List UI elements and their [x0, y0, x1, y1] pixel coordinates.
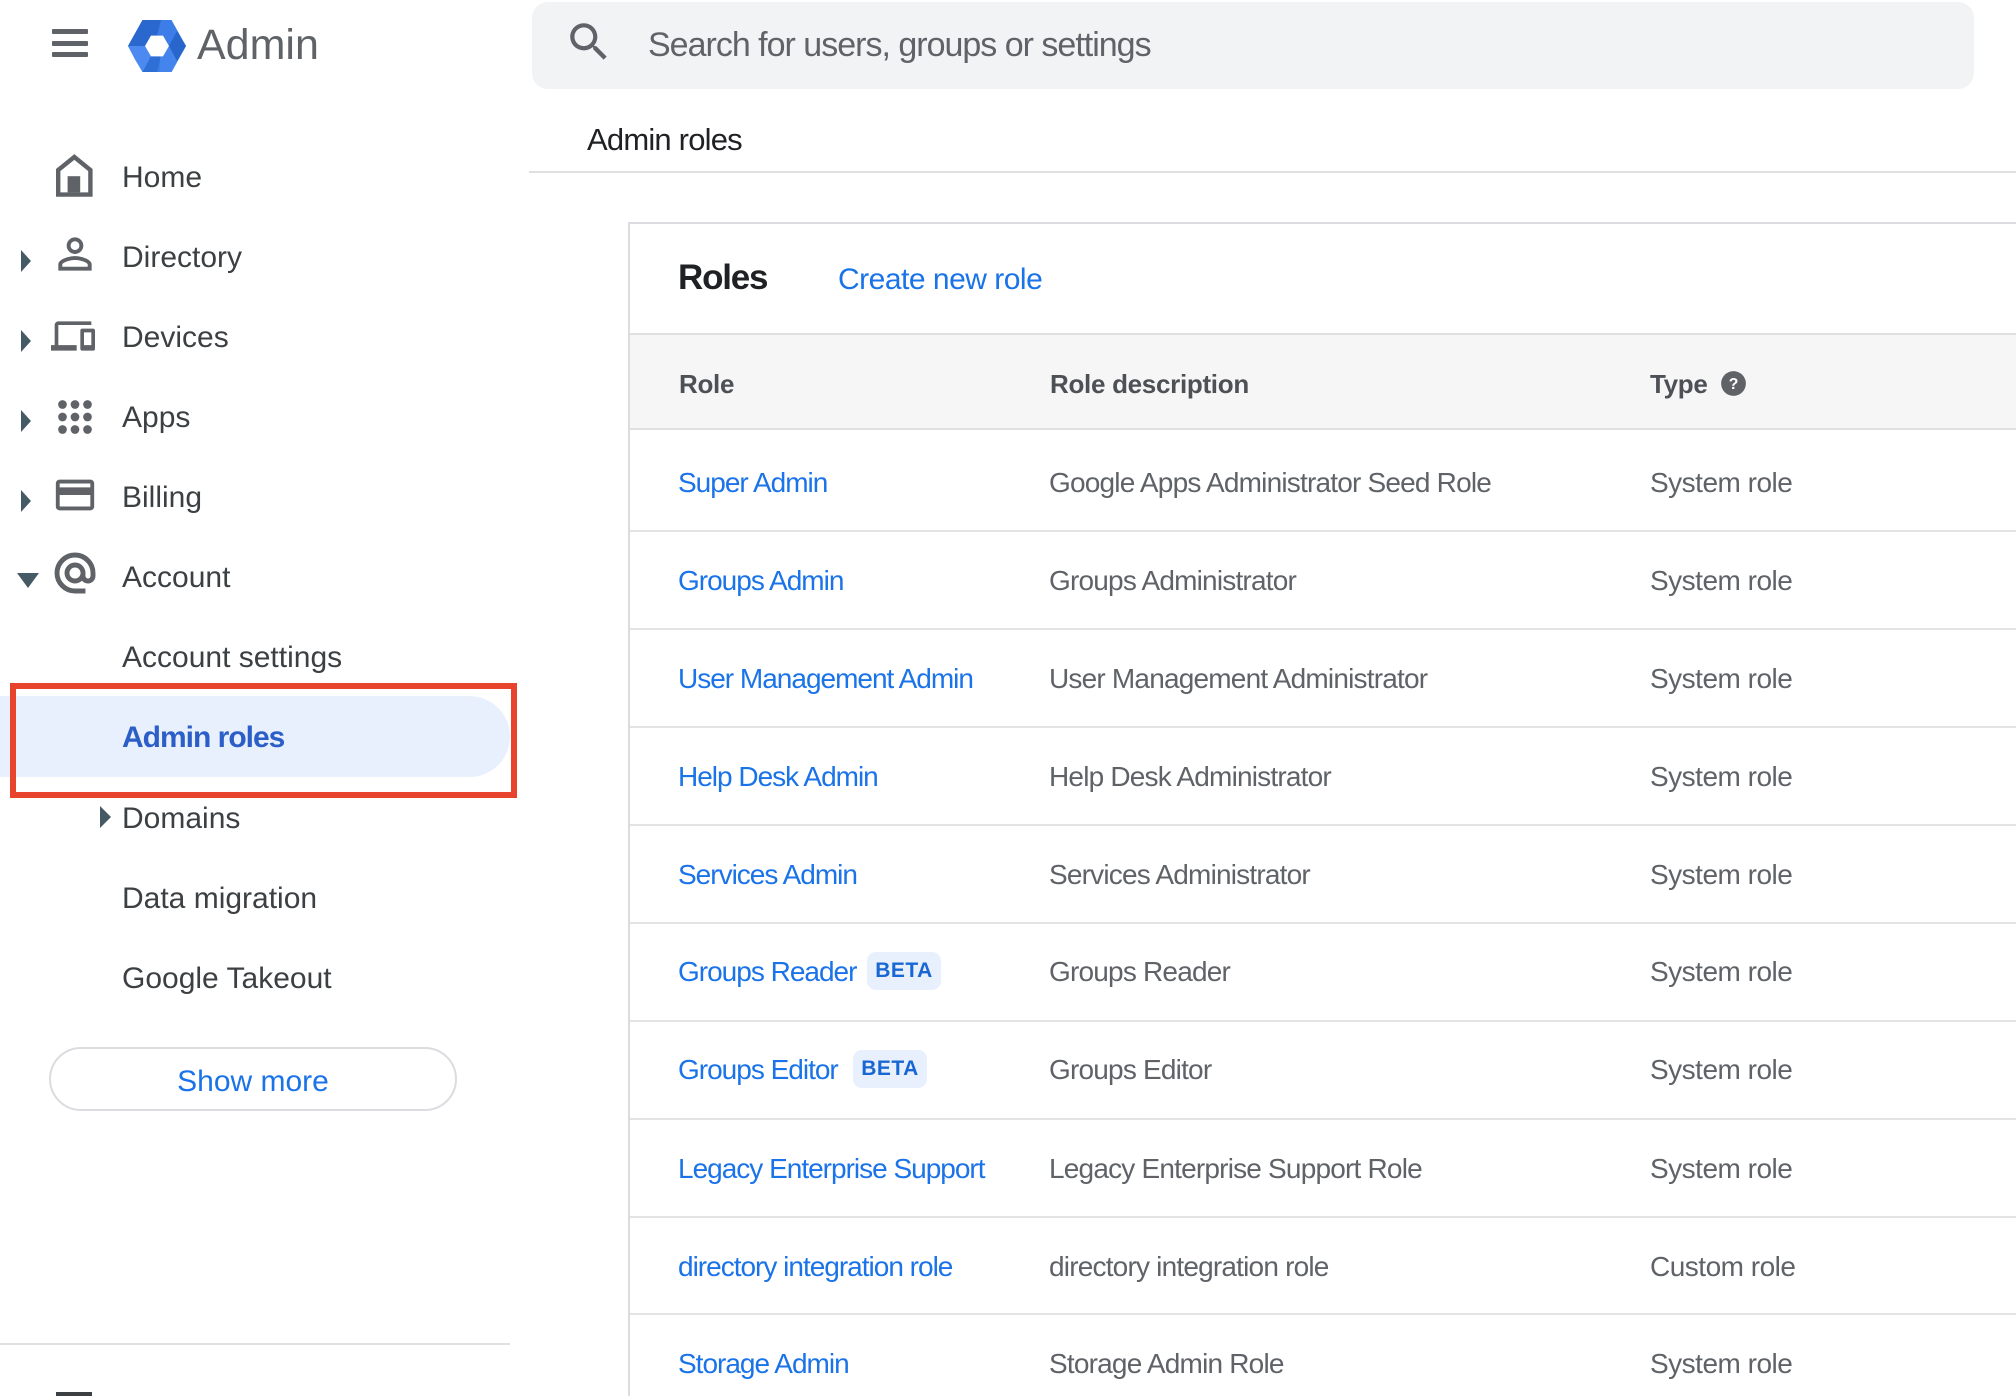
svg-text:?: ?	[1729, 376, 1739, 393]
